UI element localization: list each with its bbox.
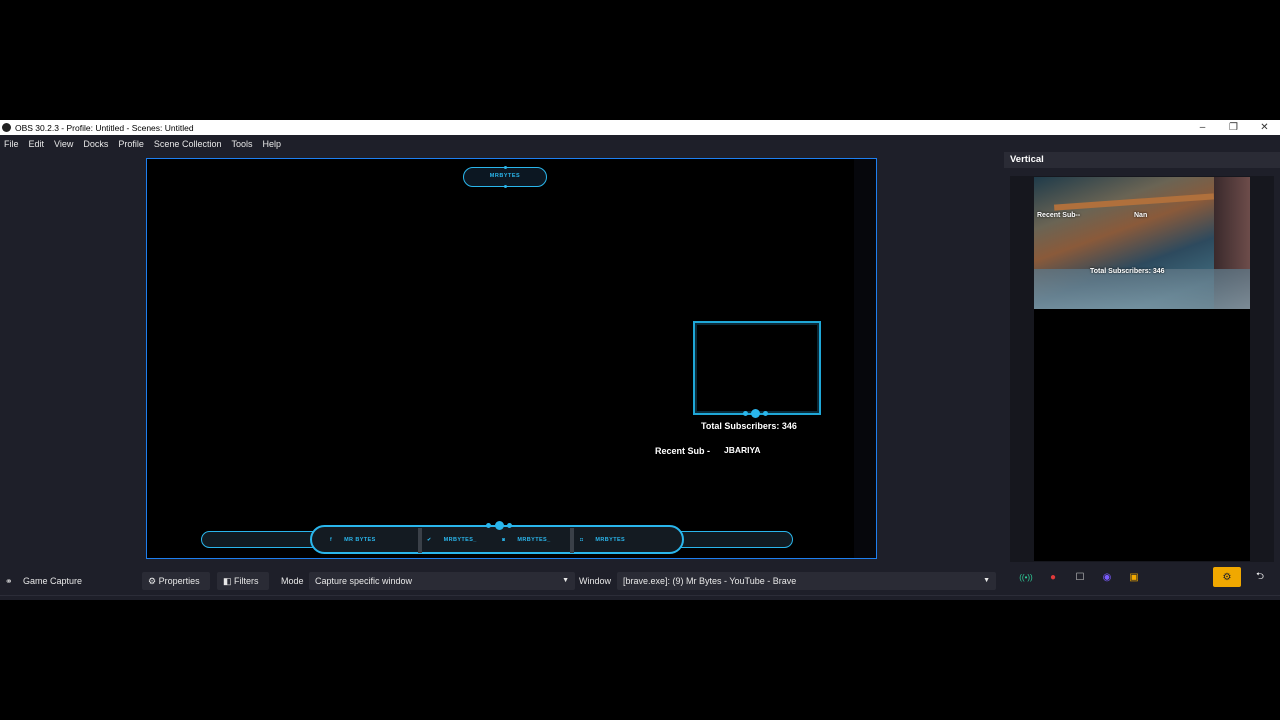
discord-icon: ◘	[580, 537, 584, 543]
cam-icon[interactable]: ◉	[1096, 568, 1118, 586]
menu-profile[interactable]: Profile	[113, 139, 149, 149]
stream-icon[interactable]: ((•))	[1015, 568, 1037, 586]
frame-dot-left	[743, 411, 748, 416]
filters-label: Filters	[234, 576, 259, 586]
vertical-preview-canvas[interactable]: Recent Sub-- Nan Total Subscribers: 346	[1034, 177, 1250, 561]
record-icon[interactable]: ●	[1042, 568, 1064, 586]
social-label: MRBYTES	[595, 537, 626, 543]
window-label: Window	[579, 576, 612, 586]
back-icon[interactable]: ⮌	[1249, 568, 1271, 586]
vertical-recent-name: Nan	[1134, 212, 1148, 219]
recent-sub-name: JBARIYA	[724, 445, 761, 455]
instagram-icon: ◙	[502, 537, 506, 543]
social-segment-twitter: ✔ MRBYTES_	[427, 532, 477, 548]
source-name: Game Capture	[23, 576, 83, 586]
chevron-down-icon: ▼	[983, 577, 990, 584]
twitter-icon: ✔	[427, 537, 432, 543]
preview-canvas[interactable]: MRBYTES Total Subscribers: 346 Recent Su…	[146, 158, 877, 559]
vertical-total-subs: Total Subscribers: 346	[1090, 268, 1165, 275]
minimize-button[interactable]: –	[1187, 120, 1218, 135]
social-label: MRBYTES_	[443, 537, 477, 543]
obs-window: OBS 30.2.3 - Profile: Untitled - Scenes:…	[0, 120, 1280, 600]
overlay-social-bar: f MR BYTES ✔ MRBYTES_ ◙ MRBYTES_ ◘ MRBYTES	[310, 521, 684, 554]
window-select[interactable]: [brave.exe]: (9) Mr Bytes - YouTube - Br…	[617, 572, 996, 590]
segment-divider	[418, 528, 422, 553]
mode-label: Mode	[281, 576, 304, 586]
webcam-frame	[693, 321, 821, 418]
social-segment-facebook: f MR BYTES	[330, 532, 376, 548]
game-scene-image	[1034, 177, 1250, 309]
vertical-recent-sub: Recent Sub--	[1037, 212, 1081, 219]
menu-docks[interactable]: Docks	[78, 139, 113, 149]
gear-icon[interactable]: ⚙	[1213, 567, 1241, 587]
title-bar: OBS 30.2.3 - Profile: Untitled - Scenes:…	[0, 120, 1280, 135]
window-value: [brave.exe]: (9) Mr Bytes - YouTube - Br…	[623, 576, 797, 586]
canvas-edge-strip	[854, 159, 876, 558]
dot-left	[486, 523, 491, 528]
main-preview-area: MRBYTES Total Subscribers: 346 Recent Su…	[0, 152, 1000, 592]
gear-icon: ⚙	[148, 576, 159, 586]
restore-button[interactable]: ❐	[1218, 120, 1249, 135]
square-icon[interactable]: ☐	[1069, 568, 1091, 586]
menu-scene-collection[interactable]: Scene Collection	[149, 139, 227, 149]
social-label: MRBYTES_	[517, 537, 551, 543]
segment-divider	[570, 528, 574, 553]
dot-center	[495, 521, 504, 530]
scene-beam	[1053, 193, 1215, 211]
menu-view[interactable]: View	[49, 139, 78, 149]
recent-sub-label: Recent Sub -	[655, 446, 711, 456]
obs-logo-icon	[2, 123, 11, 132]
close-button[interactable]: ✕	[1249, 120, 1280, 135]
social-segment-instagram: ◙ MRBYTES_	[502, 532, 551, 548]
total-subscribers-text: Total Subscribers: 346	[701, 421, 797, 431]
scene-floor	[1034, 269, 1250, 309]
source-icon: ⚭	[5, 576, 13, 586]
mode-value: Capture specific window	[315, 576, 413, 586]
vertical-controls: ((•)) ● ☐ ◉ ▣ ⚙ ⮌	[1010, 566, 1274, 588]
overlay-top-pill: MRBYTES	[463, 166, 547, 188]
mode-select[interactable]: Capture specific window ▼	[309, 572, 575, 590]
window-title: OBS 30.2.3 - Profile: Untitled - Scenes:…	[15, 122, 194, 133]
properties-label: Properties	[158, 576, 200, 586]
social-label: MR BYTES	[344, 537, 376, 543]
menu-tools[interactable]: Tools	[226, 139, 257, 149]
bottom-panels-edge	[0, 595, 1280, 600]
menu-bar: File Edit View Docks Profile Scene Colle…	[0, 135, 1280, 152]
replay-icon[interactable]: ▣	[1123, 568, 1145, 586]
dock-title: Vertical	[1004, 152, 1280, 168]
source-toolbar: ⚭ Game Capture ⚙ Properties ◧ Filters Mo…	[0, 571, 1000, 591]
chevron-down-icon: ▼	[562, 577, 569, 584]
social-segment-discord: ◘ MRBYTES	[580, 532, 625, 548]
vertical-dock: Vertical Recent Sub-- Nan Total Subscrib…	[1004, 152, 1280, 592]
dot-right	[507, 523, 512, 528]
social-bar-dots	[486, 521, 512, 531]
facebook-icon: f	[330, 537, 333, 543]
filter-icon: ◧	[223, 576, 235, 586]
menu-file[interactable]: File	[0, 139, 24, 149]
frame-dot-right	[763, 411, 768, 416]
properties-button[interactable]: ⚙ Properties	[142, 572, 210, 590]
window-controls: – ❐ ✕	[1187, 120, 1280, 135]
filters-button[interactable]: ◧ Filters	[217, 572, 269, 590]
menu-edit[interactable]: Edit	[24, 139, 50, 149]
frame-dot-center	[751, 409, 760, 418]
menu-help[interactable]: Help	[257, 139, 286, 149]
